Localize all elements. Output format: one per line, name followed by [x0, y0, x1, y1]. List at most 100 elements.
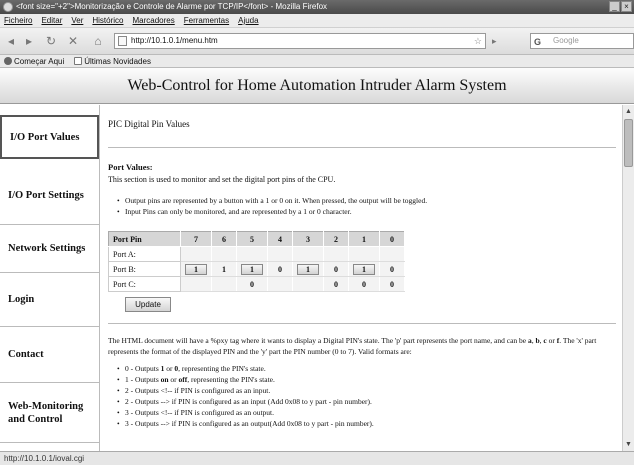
pin-value-cell: 0 — [323, 261, 349, 277]
pin-value-cell — [348, 246, 380, 262]
pin-value-cell — [267, 276, 293, 292]
scroll-thumb[interactable] — [624, 119, 633, 167]
list-item: 1 - Outputs on or off, representing the … — [117, 374, 374, 385]
menu-marcadores[interactable]: Marcadores — [133, 14, 175, 27]
column-header-pin-3: 3 — [292, 231, 324, 247]
scroll-down-icon[interactable]: ▼ — [623, 439, 634, 450]
bold-text: f — [556, 336, 560, 345]
list-item: 3 - Outputs <!-- if PIN is configured as… — [117, 407, 374, 418]
menu-editar[interactable]: Editar — [41, 14, 62, 27]
menu-ferramentas[interactable]: Ferramentas — [184, 14, 229, 27]
window-title: <font size="+2">Monitorização e Controle… — [16, 2, 328, 11]
sidebar-item-io-port-settings[interactable]: I/O Port Settings — [0, 167, 99, 225]
pin-info-list: Output pins are represented by a button … — [117, 195, 427, 217]
pin-value-cell: 1 — [211, 261, 237, 277]
menu-historico[interactable]: Histórico — [92, 14, 123, 27]
column-header-pin-5: 5 — [236, 231, 268, 247]
sidebar-item-contact[interactable]: Contact — [0, 327, 99, 383]
list-item: 2 - Outputs <!-- if PIN is configured as… — [117, 385, 374, 396]
pin-value-cell — [211, 246, 237, 262]
reload-icon[interactable]: ↻ — [44, 33, 58, 49]
list-item: 2 - Outputs --> if PIN is configured as … — [117, 396, 374, 407]
url-text: http://10.1.0.1/menu.htm — [131, 36, 218, 45]
search-placeholder: Google — [553, 36, 579, 45]
table-row: Port C: 0 0 0 0 — [108, 276, 405, 292]
pin-value-cell: 0 — [379, 276, 405, 292]
sidebar-item-io-port-values[interactable]: I/O Port Values — [0, 115, 99, 159]
bold-text: off — [178, 375, 188, 384]
section-title: PIC Digital Pin Values — [108, 119, 190, 129]
stop-icon[interactable]: ✕ — [66, 33, 80, 49]
divider — [108, 323, 616, 324]
pin-toggle-button[interactable]: 1 — [185, 263, 207, 275]
pin-value-cell — [236, 246, 268, 262]
column-header-pin-1: 1 — [348, 231, 380, 247]
list-item: 3 - Outputs --> if PIN is configured as … — [117, 418, 374, 429]
pin-value-cell — [267, 246, 293, 262]
page-icon — [118, 36, 127, 46]
sidebar-item-label: Login — [8, 294, 35, 305]
back-icon[interactable]: ◂ — [4, 33, 18, 49]
pin-value-cell: 0 — [379, 261, 405, 277]
url-input[interactable]: http://10.1.0.1/menu.htm ☆ — [114, 33, 486, 49]
forward-icon[interactable]: ▸ — [22, 33, 36, 49]
column-header-pin-6: 6 — [211, 231, 237, 247]
pin-toggle-button[interactable]: 1 — [297, 263, 319, 275]
menu-ver[interactable]: Ver — [71, 14, 83, 27]
vertical-scrollbar[interactable]: ▲ ▼ — [622, 105, 634, 451]
bold-text: on — [160, 375, 169, 384]
pin-value-cell: 1 — [180, 261, 212, 277]
pin-toggle-button[interactable]: 1 — [241, 263, 263, 275]
port-name-cell: Port B: — [108, 261, 181, 277]
pin-value-cell — [292, 246, 324, 262]
status-text: http://10.1.0.1/ioval.cgi — [4, 454, 85, 463]
scroll-up-icon[interactable]: ▲ — [623, 106, 634, 117]
status-bar: http://10.1.0.1/ioval.cgi — [0, 451, 634, 465]
list-item: Output pins are represented by a button … — [117, 195, 427, 206]
search-engine-icon: G — [534, 37, 542, 47]
pin-value-cell: 0 — [236, 276, 268, 292]
minimize-button[interactable]: _ — [609, 1, 620, 12]
bold-text: 1 — [160, 364, 165, 373]
close-button[interactable]: × — [621, 1, 632, 12]
bold-text: a — [527, 336, 532, 345]
bookmark-ultimas-novidades[interactable]: Últimas Novidades — [74, 55, 151, 67]
menu-ficheiro[interactable]: Ficheiro — [4, 14, 32, 27]
rss-feed-icon — [74, 57, 83, 65]
column-header-pin-0: 0 — [379, 231, 405, 247]
port-name-cell: Port C: — [108, 276, 181, 292]
search-input[interactable]: G Google — [530, 33, 634, 49]
table-row: Port A: — [108, 246, 405, 262]
sidebar-item-label: I/O Port Values — [10, 131, 80, 143]
bookmark-label: Últimas Novidades — [84, 57, 151, 66]
home-icon[interactable]: ⌂ — [90, 33, 106, 49]
table-header-row: Port Pin 7 6 5 4 3 2 1 0 — [108, 231, 405, 247]
pin-value-cell — [323, 246, 349, 262]
pin-value-cell — [180, 246, 212, 262]
menu-ajuda[interactable]: Ajuda — [238, 14, 258, 27]
bookmark-comecar-aqui[interactable]: Começar Aqui — [4, 55, 64, 67]
sidebar-item-network-settings[interactable]: Network Settings — [0, 225, 99, 273]
sidebar-item-login[interactable]: Login — [0, 273, 99, 327]
sidebar-item-label: Contact — [8, 349, 44, 360]
column-header-pin-2: 2 — [323, 231, 349, 247]
format-list: 0 - Outputs 1 or 0, representing the PIN… — [117, 363, 374, 429]
list-item: 0 - Outputs 1 or 0, representing the PIN… — [117, 363, 374, 374]
pin-value-cell: 1 — [236, 261, 268, 277]
pin-value-cell — [180, 276, 212, 292]
pin-value-cell — [292, 276, 324, 292]
pin-value-cell — [379, 246, 405, 262]
pin-value-cell: 0 — [267, 261, 293, 277]
sidebar-item-web-monitoring[interactable]: Web-Monitoring and Control — [0, 383, 99, 443]
divider — [108, 147, 616, 148]
html-format-description: The HTML document will have a %pxy tag w… — [108, 336, 597, 356]
sidebar-nav: I/O Port Values I/O Port Settings Networ… — [0, 105, 100, 451]
list-item: Input Pins can only be monitored, and ar… — [117, 206, 427, 217]
go-button[interactable]: ▸ — [492, 33, 524, 49]
update-button[interactable]: Update — [125, 297, 171, 312]
sidebar-item-label: I/O Port Settings — [8, 190, 84, 201]
pin-toggle-button[interactable]: 1 — [353, 263, 375, 275]
main-content: PIC Digital Pin Values Port Values: This… — [101, 105, 622, 451]
bookmark-star-icon[interactable]: ☆ — [474, 34, 482, 48]
pin-value-cell: 1 — [292, 261, 324, 277]
